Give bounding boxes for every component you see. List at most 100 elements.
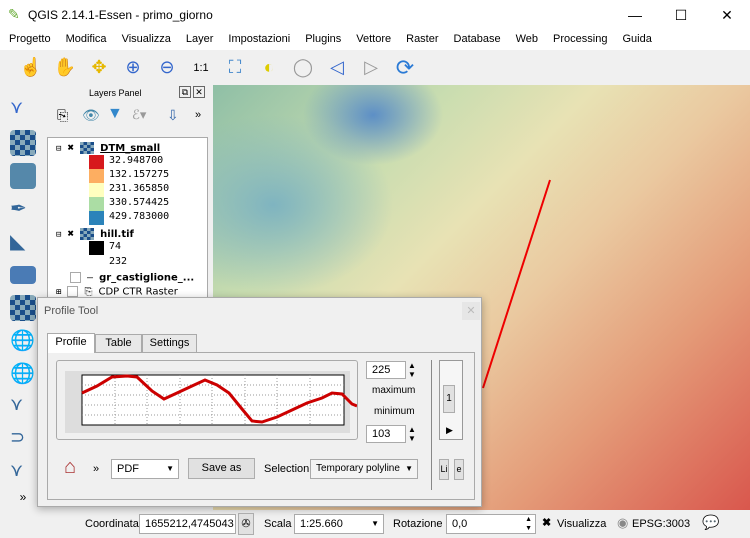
- zoom-last-icon[interactable]: ◁: [324, 55, 350, 81]
- min-spinner[interactable]: ▲ ▼: [408, 425, 416, 443]
- add-delimited-icon[interactable]: ✒: [10, 196, 36, 222]
- qgis-logo-icon: ✎: [8, 6, 20, 22]
- add-raster-icon[interactable]: [10, 130, 36, 156]
- minimize-button[interactable]: —: [612, 0, 658, 30]
- more-icon[interactable]: »: [195, 109, 201, 121]
- rotation-label: Rotazione: [393, 518, 443, 530]
- layer-name: DTM_small: [100, 143, 161, 154]
- add-spatialite-icon[interactable]: [10, 266, 36, 284]
- zoom-next-icon[interactable]: ▷: [358, 55, 384, 81]
- layer-tree: ⊟ ✖ DTM_small 32.948700 132.157275 231.3…: [47, 137, 208, 302]
- refresh-icon[interactable]: ⟳: [392, 55, 418, 81]
- menu-impostazioni[interactable]: Impostazioni: [219, 30, 296, 50]
- layers-panel: Layers Panel ⧉ ✕ ⎘ 👁 ▼ ℰ▾ ⇩ » ⊟ ✖ DTM_sm…: [47, 85, 210, 302]
- add-layer-icon[interactable]: ⊃: [10, 427, 36, 453]
- color-swatch: [89, 211, 104, 225]
- divider: [431, 360, 432, 490]
- menu-visualizza[interactable]: Visualizza: [113, 30, 177, 50]
- zoom-native-icon[interactable]: 1:1: [188, 55, 214, 81]
- add-wfs-globe-icon[interactable]: 🌐: [10, 328, 36, 354]
- crs-button[interactable]: EPSG:3003: [632, 518, 690, 530]
- zoom-to-layer-icon[interactable]: ◯: [290, 55, 316, 81]
- toggle-extents-icon[interactable]: ✇: [238, 513, 254, 535]
- color-swatch: [89, 155, 104, 169]
- profile-plot-frame: [56, 360, 358, 440]
- visibility-icon[interactable]: 👁: [82, 107, 100, 124]
- title-bar: ✎ QGIS 2.14.1-Essen - primo_giorno — ☐ ✕: [0, 0, 750, 30]
- pan-to-selection-icon[interactable]: ✥: [86, 55, 112, 81]
- add-wms-icon[interactable]: ◣: [10, 229, 36, 255]
- maximize-button[interactable]: ☐: [658, 0, 704, 30]
- touch-icon[interactable]: ☝: [18, 55, 44, 81]
- profile-polyline: [482, 179, 551, 389]
- profile-tool-dialog: Profile Tool ✕ Profile Table Settings 22…: [37, 297, 482, 507]
- menu-database[interactable]: Database: [445, 30, 507, 50]
- zoom-out-icon[interactable]: ⊖: [154, 55, 180, 81]
- filter-icon[interactable]: ▼: [107, 105, 123, 123]
- close-panel-button[interactable]: ✕: [193, 86, 205, 98]
- profile-plot: [65, 371, 358, 433]
- dialog-close-button[interactable]: ✕: [462, 302, 480, 320]
- menu-processing[interactable]: Processing: [544, 30, 613, 50]
- add-globe-icon[interactable]: 🌐: [10, 361, 36, 387]
- tab-settings[interactable]: Settings: [142, 334, 197, 352]
- home-icon[interactable]: ⌂: [64, 456, 76, 479]
- expand-all-icon[interactable]: ⇩: [167, 107, 179, 124]
- layer-item-gr-castiglione[interactable]: — gr_castiglione_...: [70, 272, 194, 286]
- menu-guida[interactable]: Guida: [613, 30, 657, 50]
- coord-label: Coordinata: [85, 518, 139, 530]
- add-gps-icon[interactable]: ⋎: [10, 394, 36, 420]
- render-checkbox[interactable]: ✖: [542, 516, 551, 529]
- crs-icon[interactable]: ◉: [617, 515, 628, 531]
- rotation-field[interactable]: 0,0 ▲ ▼: [446, 514, 536, 534]
- close-button[interactable]: ✕: [704, 0, 750, 30]
- color-swatch: [89, 241, 104, 269]
- menu-progetto[interactable]: Progetto: [0, 30, 57, 50]
- add-vector-icon[interactable]: [10, 163, 36, 189]
- status-bar: Coordinata 1655212,4745043 ✇ Scala 1:25.…: [0, 510, 750, 538]
- menu-web[interactable]: Web: [507, 30, 544, 50]
- scale-label: Scala: [264, 518, 292, 530]
- zoom-in-icon[interactable]: ⊕: [120, 55, 146, 81]
- layer-scroll-panel[interactable]: 1 ▶: [439, 360, 463, 440]
- selection-select[interactable]: Temporary polyline ▼: [310, 459, 418, 479]
- menu-modifica[interactable]: Modifica: [57, 30, 113, 50]
- menu-layer[interactable]: Layer: [177, 30, 220, 50]
- menu-raster[interactable]: Raster: [397, 30, 444, 50]
- max-spinner[interactable]: ▲ ▼: [408, 361, 416, 379]
- pan-icon[interactable]: ✋: [52, 55, 78, 81]
- render-label: Visualizza: [557, 518, 607, 530]
- menu-vettore[interactable]: Vettore: [347, 30, 397, 50]
- max-value-field[interactable]: 225: [366, 361, 406, 379]
- float-panel-button[interactable]: ⧉: [179, 86, 191, 98]
- more-icon[interactable]: »: [93, 463, 99, 475]
- tab-table[interactable]: Table: [95, 334, 142, 352]
- layers-panel-title: Layers Panel: [89, 88, 142, 98]
- selection-label: Selection: [264, 463, 310, 475]
- coord-field[interactable]: 1655212,4745043: [139, 514, 236, 534]
- zoom-full-icon[interactable]: ⛶: [222, 55, 248, 81]
- layer-item-hill[interactable]: ⊟ ✖ hill.tif: [56, 227, 134, 241]
- messages-icon[interactable]: 💬: [702, 514, 719, 531]
- format-select[interactable]: PDF ▼: [111, 459, 179, 479]
- menu-plugins[interactable]: Plugins: [296, 30, 347, 50]
- scale-select[interactable]: 1:25.660 ▼: [294, 514, 384, 534]
- digitize-icon[interactable]: ⋎: [10, 97, 36, 123]
- minimum-label: minimum: [374, 406, 415, 417]
- min-value-field[interactable]: 103: [366, 425, 406, 443]
- add-wcs-icon[interactable]: [10, 295, 36, 321]
- dialog-title: Profile Tool: [44, 305, 99, 317]
- save-as-button[interactable]: Save as: [188, 458, 255, 479]
- e-button[interactable]: e: [454, 459, 464, 480]
- expression-filter-icon[interactable]: ℰ▾: [132, 107, 146, 123]
- add-virtual-layer-icon[interactable]: ⋎: [10, 460, 36, 486]
- layer-item-dtm[interactable]: ⊟ ✖ DTM_small: [56, 141, 160, 155]
- tab-profile[interactable]: Profile: [47, 333, 95, 353]
- color-swatch: [89, 169, 104, 183]
- layer-name: hill.tif: [100, 229, 134, 240]
- li-button[interactable]: Li: [439, 459, 449, 480]
- add-group-icon[interactable]: ⎘: [57, 107, 68, 124]
- zoom-to-selection-icon[interactable]: ◐: [256, 55, 282, 81]
- scroll-right-icon[interactable]: ▶: [446, 425, 453, 436]
- menu-bar: Progetto Modifica Visualizza Layer Impos…: [0, 30, 750, 50]
